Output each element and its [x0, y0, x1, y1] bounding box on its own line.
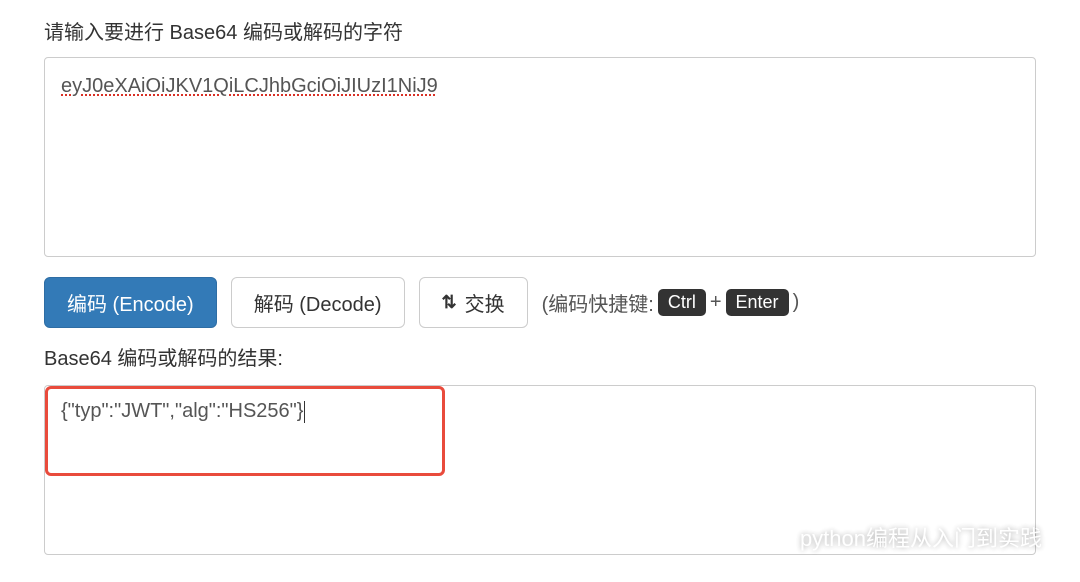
kbd-ctrl: Ctrl: [658, 289, 706, 316]
swap-label: 交换: [465, 288, 505, 317]
swap-button[interactable]: ⇅ 交换: [419, 277, 528, 328]
text-cursor: [304, 401, 305, 423]
shortcut-plus: +: [710, 291, 722, 314]
shortcut-hint: (编码快捷键: Ctrl + Enter ): [542, 288, 800, 317]
input-label: 请输入要进行 Base64 编码或解码的字符: [44, 16, 1036, 45]
wechat-icon: [756, 520, 790, 554]
shortcut-prefix: (编码快捷键:: [542, 288, 654, 317]
watermark: python编程从入门到实践: [756, 520, 1042, 554]
encode-button[interactable]: 编码 (Encode): [44, 277, 217, 328]
output-label: Base64 编码或解码的结果:: [44, 342, 1036, 371]
output-value: {"typ":"JWT","alg":"HS256"}: [61, 400, 305, 422]
decode-button[interactable]: 解码 (Decode): [231, 277, 405, 328]
shortcut-suffix: ): [793, 291, 800, 314]
input-textarea[interactable]: eyJ0eXAiOiJKV1QiLCJhbGciOiJIUzI1NiJ9: [44, 57, 1036, 257]
watermark-text: python编程从入门到实践: [800, 521, 1042, 553]
button-row: 编码 (Encode) 解码 (Decode) ⇅ 交换 (编码快捷键: Ctr…: [44, 277, 1036, 328]
kbd-enter: Enter: [726, 289, 789, 316]
swap-icon: ⇅: [442, 292, 457, 313]
input-value: eyJ0eXAiOiJKV1QiLCJhbGciOiJIUzI1NiJ9: [61, 75, 438, 97]
